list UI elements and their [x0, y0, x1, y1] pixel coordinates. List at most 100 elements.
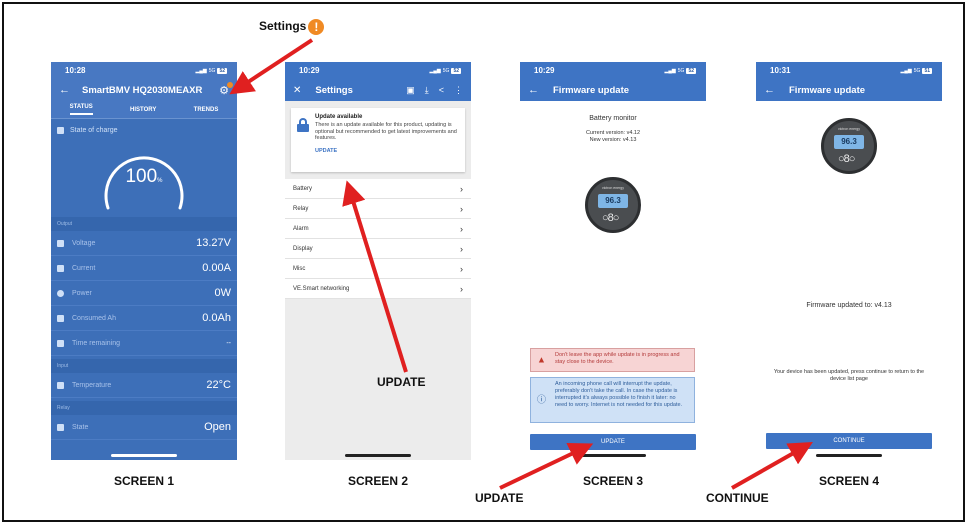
- battery-icon: 52: [686, 67, 696, 74]
- share-icon[interactable]: <: [439, 85, 444, 96]
- status-bar: 10:31 ▂▄▆ 5G 51: [756, 62, 942, 79]
- page-title: Settings: [315, 84, 353, 96]
- network-type: 5G: [913, 67, 921, 74]
- settings-list: Battery › Relay › Alarm › Display › Misc › VE…: [285, 179, 471, 299]
- home-indicator[interactable]: [111, 454, 177, 457]
- soc-gauge: 100%: [98, 144, 190, 214]
- voltage-icon: [57, 239, 64, 247]
- close-icon[interactable]: ✕: [293, 85, 301, 96]
- settings-item-alarm[interactable]: Alarm ›: [285, 219, 471, 239]
- signal-icon: ▂▄▆: [195, 67, 207, 74]
- row-label: Consumed Ah: [72, 314, 116, 322]
- app-bar: ← Firmware update: [756, 79, 942, 101]
- status-icons: ▂▄▆ 5G 52: [429, 67, 461, 74]
- device-brand: victron energy: [838, 127, 860, 131]
- settings-item-display[interactable]: Display ›: [285, 239, 471, 259]
- item-label: Alarm: [293, 225, 309, 232]
- row-value: 0.00A: [202, 262, 231, 274]
- save-icon[interactable]: ▣: [406, 85, 415, 96]
- settings-item-relay[interactable]: Relay ›: [285, 199, 471, 219]
- battery-icon: 52: [451, 67, 461, 74]
- device-brand: victron energy: [602, 186, 624, 190]
- info-icon: ⓘ: [537, 394, 547, 405]
- row-state: State Open: [51, 415, 237, 440]
- row-value: 22°C: [206, 379, 231, 391]
- app-bar: ← Firmware update: [520, 79, 706, 101]
- signal-icon: ▂▄▆: [664, 67, 676, 74]
- row-value: 13.27V: [196, 237, 231, 249]
- tab-history[interactable]: HISTORY: [130, 107, 156, 113]
- network-type: 5G: [442, 67, 450, 74]
- power-icon: [57, 289, 64, 297]
- consumed-icon: [57, 314, 64, 322]
- update-badge-icon: [227, 81, 233, 88]
- home-indicator[interactable]: [345, 454, 411, 457]
- caption-screen-2: SCREEN 2: [347, 474, 409, 488]
- page-title: Firmware update: [789, 84, 866, 96]
- caption-screen-3: SCREEN 3: [582, 474, 644, 488]
- chevron-right-icon: ›: [460, 203, 463, 214]
- more-icon[interactable]: ⋮: [454, 85, 463, 96]
- home-indicator[interactable]: [816, 454, 882, 457]
- network-type: 5G: [677, 67, 685, 74]
- soc-unit: %: [157, 178, 163, 184]
- update-link[interactable]: UPDATE: [315, 148, 459, 154]
- row-consumed-ah: Consumed Ah 0.0Ah: [51, 306, 237, 331]
- download-icon[interactable]: ⤓: [425, 85, 429, 96]
- status-icons: ▂▄▆ 5G 52: [664, 67, 696, 74]
- gear-icon[interactable]: ⚙: [219, 81, 233, 97]
- back-arrow-icon[interactable]: ←: [528, 84, 539, 96]
- warning-icon: ▲: [537, 354, 546, 365]
- callout-continue: CONTINUE: [706, 491, 769, 505]
- row-label: Voltage: [72, 239, 96, 247]
- row-voltage: Voltage 13.27V: [51, 231, 237, 256]
- callout-settings: Settings!: [259, 19, 325, 35]
- item-label: VE.Smart networking: [293, 285, 350, 292]
- section-relay: Relay: [51, 401, 237, 415]
- back-arrow-icon[interactable]: ←: [59, 84, 70, 96]
- signal-icon: ▂▄▆: [429, 67, 441, 74]
- clock: 10:29: [534, 66, 555, 75]
- row-label: State: [72, 423, 89, 431]
- device-lcd: 96.3: [834, 135, 864, 149]
- row-value: 0W: [214, 287, 232, 299]
- chevron-right-icon: ›: [460, 243, 463, 254]
- section-input: Input: [51, 359, 237, 373]
- row-temperature: Temperature 22°C: [51, 373, 237, 398]
- soc-header: State of charge: [51, 119, 237, 134]
- status-bar: 10:29 ▂▄▆ 5G 52: [520, 62, 706, 79]
- row-label: Time remaining: [72, 339, 120, 347]
- soc-label: State of charge: [70, 127, 118, 134]
- status-bar: 10:29 ▂▄▆ 5G 52: [285, 62, 471, 79]
- continue-button[interactable]: CONTINUE: [766, 433, 932, 449]
- warning-banner: ▲ Don't leave the app while update is in…: [530, 348, 695, 372]
- info-banner: ⓘ An incoming phone call will interrupt …: [530, 377, 695, 423]
- info-text: An incoming phone call will interrupt th…: [555, 381, 683, 408]
- chevron-right-icon: ›: [460, 223, 463, 234]
- battery-icon: 52: [217, 67, 227, 74]
- current-version: Current version: v4.12: [585, 130, 641, 136]
- current-icon: [57, 264, 64, 272]
- card-text: There is an update available for this pr…: [315, 122, 457, 142]
- settings-item-battery[interactable]: Battery ›: [285, 179, 471, 199]
- row-label: Current: [72, 264, 96, 272]
- app-bar: ← SmartBMV HQ2030MEAXR ⚙: [51, 79, 237, 101]
- warning-badge-icon: !: [308, 19, 325, 35]
- row-power: Power 0W: [51, 281, 237, 306]
- callout-update-screen-2: UPDATE: [377, 375, 426, 389]
- settings-item-misc[interactable]: Misc ›: [285, 259, 471, 279]
- tab-trends[interactable]: TRENDS: [194, 107, 219, 113]
- back-arrow-icon[interactable]: ←: [764, 84, 775, 96]
- tab-status[interactable]: STATUS: [69, 104, 93, 115]
- update-card: Update available There is an update avai…: [291, 108, 465, 172]
- relay-icon: [57, 423, 64, 431]
- row-label: Temperature: [72, 381, 112, 389]
- tab-bar: STATUS HISTORY TRENDS: [51, 101, 237, 119]
- row-value: 0.0Ah: [202, 312, 231, 324]
- item-label: Battery: [293, 185, 313, 192]
- settings-item-ve-smart-networking[interactable]: VE.Smart networking ›: [285, 279, 471, 299]
- home-indicator[interactable]: [580, 454, 646, 457]
- device-buttons-icon: ○8○: [602, 212, 619, 224]
- update-button[interactable]: UPDATE: [530, 434, 696, 450]
- clock: 10:28: [65, 66, 86, 75]
